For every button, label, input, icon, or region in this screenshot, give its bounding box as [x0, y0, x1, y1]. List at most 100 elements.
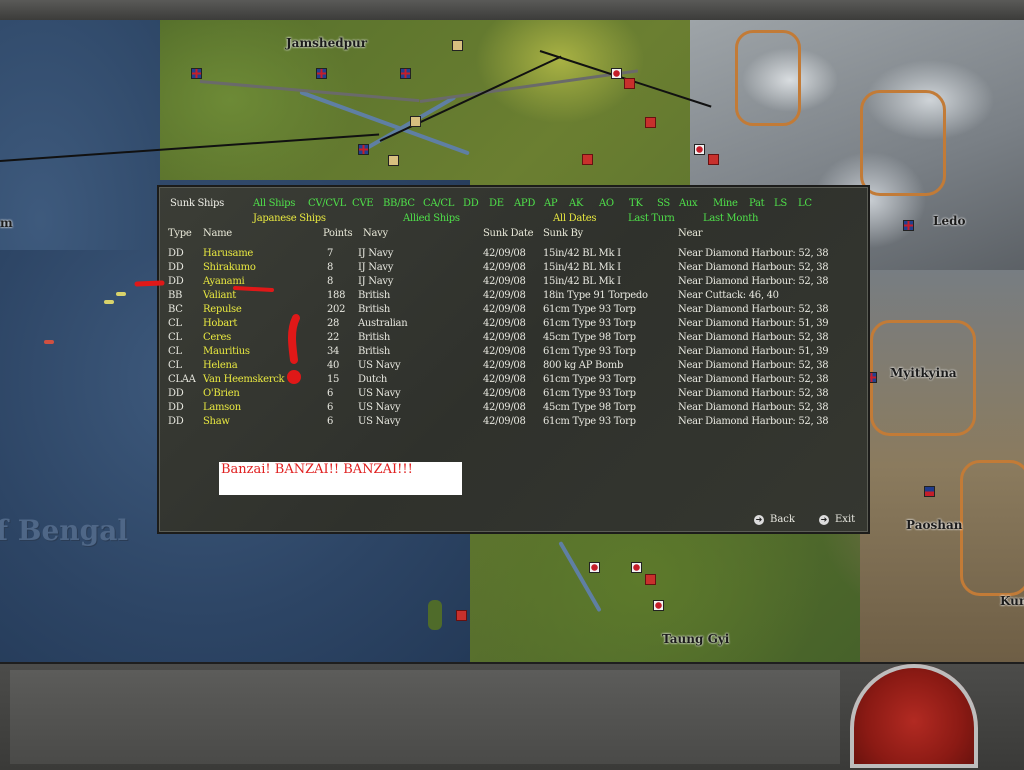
- table-row[interactable]: BB Valiant 188 British 42/09/08 18in Type 91 …: [159, 290, 859, 304]
- filter-bb-bc[interactable]: BB/BC: [383, 198, 415, 209]
- column-header-name[interactable]: Name: [203, 228, 232, 239]
- road: [199, 80, 420, 103]
- filter-allied-ships[interactable]: Allied Ships: [403, 213, 460, 224]
- japanese-unit-icon[interactable]: [611, 68, 622, 79]
- cell-ship-name: Lamson: [203, 402, 241, 413]
- filter-apd[interactable]: APD: [514, 198, 535, 209]
- filter-last-month[interactable]: Last Month: [703, 213, 758, 224]
- japanese-unit-icon[interactable]: [708, 154, 719, 165]
- cell-sunk-by: 61cm Type 93 Torp: [543, 388, 636, 399]
- table-row[interactable]: BC Repulse 202 British 42/09/08 61cm Type 93 …: [159, 304, 859, 318]
- table-row[interactable]: CL Ceres 22 British 42/09/08 45cm Type 98 Tor…: [159, 332, 859, 346]
- cell-ship-name: Ayanami: [203, 276, 245, 287]
- banzai-note: Banzai! BANZAI!! BANZAI!!!: [219, 462, 462, 495]
- exit-button[interactable]: ➜ Exit: [819, 514, 855, 525]
- cell-ship-name: Hobart: [203, 318, 238, 329]
- cell-navy: Dutch: [358, 374, 388, 385]
- filter-ap[interactable]: AP: [544, 198, 558, 209]
- filter-all-dates[interactable]: All Dates: [553, 213, 596, 224]
- city-label-partial: m: [0, 216, 13, 230]
- cell-ship-name: Shaw: [203, 416, 230, 427]
- cell-navy: IJ Navy: [358, 262, 394, 273]
- column-header-type[interactable]: Type: [168, 228, 192, 239]
- cell-points: 6: [327, 416, 334, 427]
- column-header-sunk-by[interactable]: Sunk By: [543, 228, 583, 239]
- cell-ship-name: Mauritius: [203, 346, 250, 357]
- cell-sunk-date: 42/09/08: [483, 332, 526, 343]
- ship-icon[interactable]: [116, 292, 126, 296]
- cell-points: 202: [327, 304, 346, 315]
- allied-unit-icon[interactable]: [191, 68, 202, 79]
- cell-points: 6: [327, 402, 334, 413]
- arrow-icon: ➜: [754, 514, 764, 525]
- region-label-bengal: f Bengal: [0, 514, 128, 547]
- back-label: Back: [770, 514, 795, 525]
- ship-icon[interactable]: [44, 340, 54, 344]
- japanese-unit-icon[interactable]: [694, 144, 705, 155]
- filter-cve[interactable]: CVE: [352, 198, 374, 209]
- filter-ca-cl[interactable]: CA/CL: [423, 198, 454, 209]
- city-label-paoshan: Paoshan: [906, 518, 963, 532]
- supply-unit-icon[interactable]: [410, 116, 421, 127]
- japanese-unit-icon[interactable]: [631, 562, 642, 573]
- column-header-near[interactable]: Near: [678, 228, 703, 239]
- cell-type: CL: [168, 318, 182, 329]
- japanese-unit-icon[interactable]: [645, 117, 656, 128]
- cell-points: 8: [327, 276, 334, 287]
- table-row[interactable]: CL Helena 40 US Navy 42/09/08 800 kg AP Bomb N…: [159, 360, 859, 374]
- japanese-unit-icon[interactable]: [582, 154, 593, 165]
- table-row[interactable]: CL Hobart 28 Australian 42/09/08 61cm Type 93…: [159, 318, 859, 332]
- filter-cv-cvl[interactable]: CV/CVL: [308, 198, 346, 209]
- filter-ao[interactable]: AO: [599, 198, 614, 209]
- cell-near: Near Diamond Harbour: 52, 38: [678, 374, 829, 385]
- japanese-unit-icon[interactable]: [624, 78, 635, 89]
- table-row[interactable]: DD Ayanami 8 IJ Navy 42/09/08 15in/42 BL Mk I…: [159, 276, 859, 290]
- filter-aux[interactable]: Aux: [679, 198, 698, 209]
- column-header-points[interactable]: Points: [323, 228, 353, 239]
- allied-unit-icon[interactable]: [400, 68, 411, 79]
- table-row[interactable]: DD Shaw 6 US Navy 42/09/08 61cm Type 93 Torp N…: [159, 416, 859, 430]
- filter-de[interactable]: DE: [489, 198, 504, 209]
- table-row[interactable]: DD Shirakumo 8 IJ Navy 42/09/08 15in/42 BL Mk…: [159, 262, 859, 276]
- japanese-unit-icon[interactable]: [456, 610, 467, 621]
- filter-lc[interactable]: LC: [798, 198, 812, 209]
- cell-ship-name: Van Heemskerck: [203, 374, 285, 385]
- hex-border: [960, 460, 1024, 596]
- cell-type: CL: [168, 332, 182, 343]
- cell-near: Near Diamond Harbour: 52, 38: [678, 402, 829, 413]
- japanese-unit-icon[interactable]: [589, 562, 600, 573]
- filter-tk[interactable]: TK: [629, 198, 643, 209]
- japanese-unit-icon[interactable]: [645, 574, 656, 585]
- supply-unit-icon[interactable]: [388, 155, 399, 166]
- filter-ak[interactable]: AK: [569, 198, 583, 209]
- hex-border: [860, 90, 946, 196]
- filter-dd[interactable]: DD: [463, 198, 479, 209]
- filter-japanese-ships[interactable]: Japanese Ships: [253, 213, 326, 224]
- filter-last-turn[interactable]: Last Turn: [628, 213, 675, 224]
- allied-unit-icon[interactable]: [903, 220, 914, 231]
- table-row[interactable]: DD O'Brien 6 US Navy 42/09/08 61cm Type 93 To…: [159, 388, 859, 402]
- cell-sunk-date: 42/09/08: [483, 304, 526, 315]
- column-header-sunk-date[interactable]: Sunk Date: [483, 228, 533, 239]
- cell-near: Near Diamond Harbour: 52, 38: [678, 416, 829, 427]
- cell-type: CL: [168, 360, 182, 371]
- table-row[interactable]: CL Mauritius 34 British 42/09/08 61cm Type 93…: [159, 346, 859, 360]
- table-row[interactable]: DD Harusame 7 IJ Navy 42/09/08 15in/42 BL Mk …: [159, 248, 859, 262]
- filter-all-ships[interactable]: All Ships: [253, 198, 295, 209]
- cell-near: Near Diamond Harbour: 52, 38: [678, 248, 829, 259]
- filter-ls[interactable]: LS: [774, 198, 787, 209]
- allied-unit-icon[interactable]: [316, 68, 327, 79]
- back-button[interactable]: ➜ Back: [754, 514, 795, 525]
- allied-unit-icon[interactable]: [358, 144, 369, 155]
- table-row[interactable]: CLAA Van Heemskerck 15 Dutch 42/09/08 61cm Ty…: [159, 374, 859, 388]
- filter-pat[interactable]: Pat: [749, 198, 765, 209]
- filter-mine[interactable]: Mine: [713, 198, 738, 209]
- cell-navy: IJ Navy: [358, 276, 394, 287]
- ship-icon[interactable]: [104, 300, 114, 304]
- table-row[interactable]: DD Lamson 6 US Navy 42/09/08 45cm Type 98 Tor…: [159, 402, 859, 416]
- japanese-unit-icon[interactable]: [653, 600, 664, 611]
- filter-ss[interactable]: SS: [657, 198, 670, 209]
- chinese-unit-icon[interactable]: [924, 486, 935, 497]
- column-header-navy[interactable]: Navy: [363, 228, 388, 239]
- supply-unit-icon[interactable]: [452, 40, 463, 51]
